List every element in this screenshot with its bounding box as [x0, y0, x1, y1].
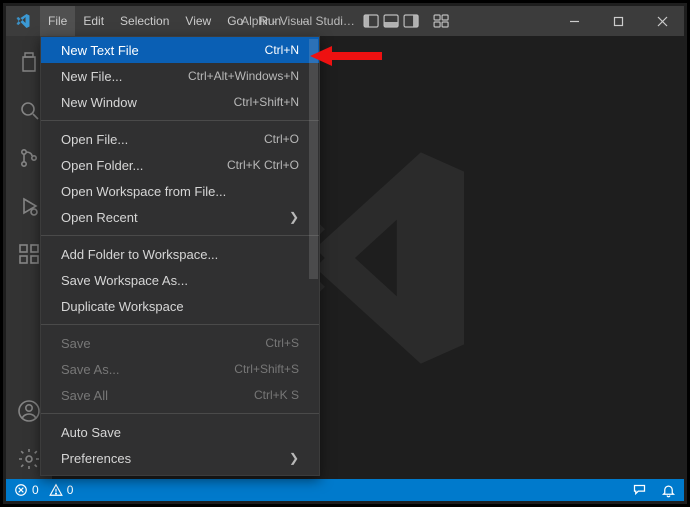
menu-item-label: Add Folder to Workspace... — [61, 247, 218, 262]
menu-item-new-file[interactable]: New File... Ctrl+Alt+Windows+N — [41, 63, 319, 89]
menu-item-label: Save As... — [61, 362, 120, 377]
dropdown-scrollbar[interactable] — [309, 38, 318, 474]
vscode-logo — [6, 13, 40, 29]
toggle-primary-sidebar-icon[interactable] — [363, 14, 379, 28]
menu-item-new-text-file[interactable]: New Text File Ctrl+N — [41, 37, 319, 63]
menu-item-new-window[interactable]: New Window Ctrl+Shift+N — [41, 89, 319, 115]
menu-item-open-workspace-from-file[interactable]: Open Workspace from File... — [41, 178, 319, 204]
menu-item-label: Save — [61, 336, 91, 351]
customize-layout-icon[interactable] — [433, 14, 449, 28]
menu-view[interactable]: View — [177, 6, 219, 36]
menu-item-label: Open File... — [61, 132, 128, 147]
menu-item-auto-save[interactable]: Auto Save — [41, 419, 319, 445]
menu-item-save-all: Save All Ctrl+K S — [41, 382, 319, 408]
status-feedback[interactable] — [632, 483, 647, 498]
menu-item-shortcut: Ctrl+K Ctrl+O — [227, 158, 299, 172]
window-controls — [552, 6, 684, 36]
title-bar: FileEditSelectionViewGoRun ··· Alphr - V… — [6, 6, 684, 36]
menu-separator — [41, 235, 319, 236]
menu-separator — [41, 120, 319, 121]
toggle-secondary-sidebar-icon[interactable] — [403, 14, 419, 28]
menu-item-label: Auto Save — [61, 425, 121, 440]
menu-item-label: Open Recent — [61, 210, 138, 225]
close-button[interactable] — [640, 6, 684, 36]
status-bar: 0 0 — [6, 479, 684, 501]
menu-item-shortcut: Ctrl+K S — [254, 388, 299, 402]
menu-item-open-recent[interactable]: Open Recent ❯ — [41, 204, 319, 230]
menu-item-open-folder[interactable]: Open Folder... Ctrl+K Ctrl+O — [41, 152, 319, 178]
menu-separator — [41, 413, 319, 414]
menu-item-shortcut: Ctrl+Alt+Windows+N — [188, 69, 299, 83]
error-icon — [14, 483, 28, 497]
menu-item-shortcut: Ctrl+Shift+S — [234, 362, 299, 376]
maximize-button[interactable] — [596, 6, 640, 36]
warning-count: 0 — [67, 483, 74, 497]
menu-item-preferences[interactable]: Preferences ❯ — [41, 445, 319, 471]
chevron-right-icon: ❯ — [281, 451, 299, 465]
menu-item-save: Save Ctrl+S — [41, 330, 319, 356]
window-title: Alphr - Visual Studi… — [241, 14, 355, 28]
menu-edit[interactable]: Edit — [75, 6, 112, 36]
menu-item-label: Preferences — [61, 451, 131, 466]
menu-item-label: New File... — [61, 69, 122, 84]
menu-item-shortcut: Ctrl+O — [264, 132, 299, 146]
menu-item-label: Open Folder... — [61, 158, 143, 173]
bell-icon — [661, 483, 676, 498]
layout-controls[interactable] — [363, 14, 449, 28]
menu-file[interactable]: File — [40, 6, 75, 36]
menu-item-label: Save Workspace As... — [61, 273, 188, 288]
menu-item-shortcut: Ctrl+N — [265, 43, 299, 57]
feedback-icon — [632, 483, 647, 498]
menu-item-shortcut: Ctrl+S — [265, 336, 299, 350]
warning-icon — [49, 483, 63, 497]
status-notifications[interactable] — [661, 483, 676, 498]
chevron-right-icon: ❯ — [281, 210, 299, 224]
menu-item-save-as: Save As... Ctrl+Shift+S — [41, 356, 319, 382]
toggle-panel-icon[interactable] — [383, 14, 399, 28]
status-warnings[interactable]: 0 — [49, 483, 74, 497]
menu-item-label: Open Workspace from File... — [61, 184, 226, 199]
menu-separator — [41, 324, 319, 325]
menu-item-duplicate-workspace[interactable]: Duplicate Workspace — [41, 293, 319, 319]
window-title-area: Alphr - Visual Studi… — [241, 14, 449, 28]
minimize-button[interactable] — [552, 6, 596, 36]
menu-item-open-file[interactable]: Open File... Ctrl+O — [41, 126, 319, 152]
file-menu-dropdown[interactable]: New Text File Ctrl+N New File... Ctrl+Alt+W… — [40, 36, 320, 476]
menu-selection[interactable]: Selection — [112, 6, 177, 36]
menu-item-label: Save All — [61, 388, 108, 403]
dropdown-scroll-thumb[interactable] — [309, 39, 318, 279]
menu-item-add-folder-to-workspace[interactable]: Add Folder to Workspace... — [41, 241, 319, 267]
error-count: 0 — [32, 483, 39, 497]
menu-item-save-workspace-as[interactable]: Save Workspace As... — [41, 267, 319, 293]
menu-item-label: New Window — [61, 95, 137, 110]
menu-item-label: New Text File — [61, 43, 139, 58]
menu-item-shortcut: Ctrl+Shift+N — [234, 95, 299, 109]
status-errors[interactable]: 0 — [14, 483, 39, 497]
menu-item-label: Duplicate Workspace — [61, 299, 184, 314]
